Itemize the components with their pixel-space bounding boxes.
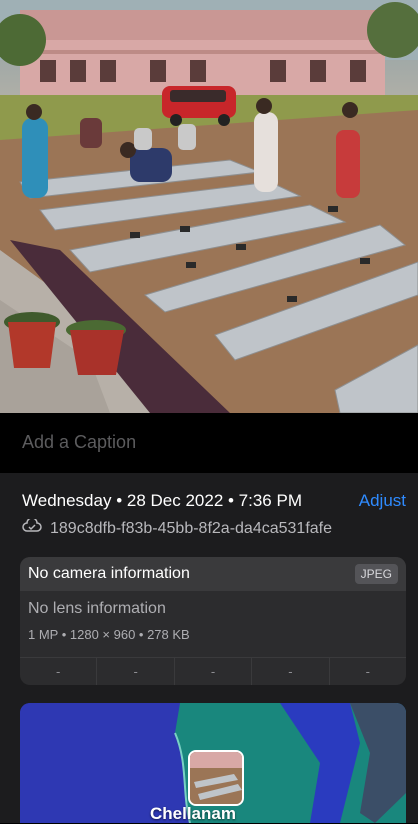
exif-cell: - <box>20 658 98 685</box>
camera-info-card: No camera information JPEG No lens infor… <box>20 557 406 685</box>
cloud-check-icon <box>22 517 42 538</box>
caption-field[interactable]: Add a Caption <box>22 432 136 453</box>
camera-info-header: No camera information JPEG <box>20 557 406 591</box>
exif-cell: - <box>175 658 253 685</box>
exif-row: - - - - - <box>20 657 406 685</box>
photo-view[interactable] <box>0 0 418 413</box>
exif-cell: - <box>365 664 370 679</box>
image-meta: 1 MP • 1280 × 960 • 278 KB <box>28 627 190 642</box>
lens-info: No lens information <box>28 600 166 617</box>
map-photo-thumbnail[interactable] <box>188 750 244 806</box>
photo-image <box>0 0 418 413</box>
camera-title: No camera information <box>28 565 190 582</box>
format-badge: JPEG <box>354 564 398 584</box>
adjust-button[interactable]: Adjust <box>359 491 406 511</box>
photo-datetime: Wednesday • 28 Dec 2022 • 7:36 PM <box>22 491 302 510</box>
map-location-label: Chellanam <box>150 804 236 823</box>
exif-cell: - <box>97 658 175 685</box>
exif-cell: - <box>252 658 330 685</box>
filename-row: 189c8dfb-f83b-45bb-8f2a-da4ca531fafe <box>22 517 332 538</box>
filename-text: 189c8dfb-f83b-45bb-8f2a-da4ca531fafe <box>50 519 332 537</box>
